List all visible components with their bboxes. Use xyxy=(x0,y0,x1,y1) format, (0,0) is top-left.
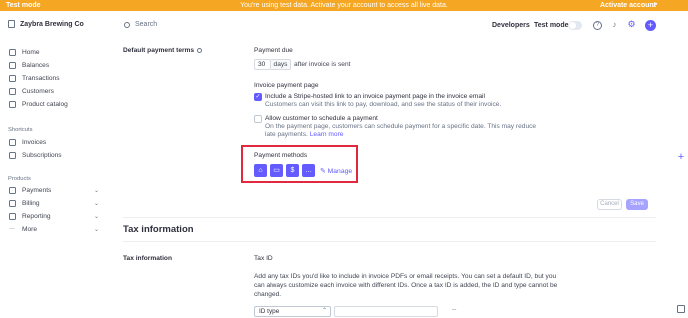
section-divider xyxy=(123,241,656,242)
subscriptions-icon xyxy=(9,152,16,159)
building-icon xyxy=(8,20,15,28)
sidebar-item-customers[interactable]: Customers xyxy=(9,88,99,95)
sidebar-item-label: More xyxy=(22,226,38,233)
create-plus-button[interactable]: + xyxy=(645,20,656,31)
info-icon[interactable] xyxy=(197,47,203,53)
dollar-icon: $ xyxy=(286,164,299,177)
external-arrow-icon: ↗ xyxy=(652,2,658,9)
test-mode-message: You're using test data. Activate your ac… xyxy=(240,1,448,9)
chat-icon: … xyxy=(302,164,315,177)
include-link-title: Include a Stripe-hosted link to an invoi… xyxy=(265,93,485,100)
manage-label: Manage xyxy=(327,168,353,175)
chevron-down-icon: ⌄ xyxy=(93,201,99,207)
payment-methods-heading: Payment methods xyxy=(254,152,308,159)
chevron-down-icon: ⌄ xyxy=(93,214,99,220)
bell-icon[interactable]: ♪ xyxy=(610,21,619,30)
tax-id-heading: Tax ID xyxy=(254,255,273,262)
search-icon xyxy=(124,21,130,28)
payment-due-days-input[interactable]: 30 xyxy=(254,59,271,70)
balances-icon xyxy=(9,62,16,69)
sidebar-item-label: Balances xyxy=(22,62,50,69)
panel-toggle-icon[interactable] xyxy=(677,305,685,313)
card-icon: ▭ xyxy=(270,164,283,177)
tax-id-hint: -- xyxy=(452,306,457,313)
edit-icon: ✎ xyxy=(320,168,326,175)
add-panel-icon[interactable]: + xyxy=(676,152,686,163)
sidebar-item-transactions[interactable]: Transactions xyxy=(9,75,99,82)
products-heading: Products xyxy=(8,176,31,182)
payment-terms-label: Default payment terms xyxy=(123,47,203,54)
developers-link[interactable]: Developers xyxy=(492,22,530,29)
brand-name: Zaybra Brewing Co xyxy=(20,20,84,28)
account-switcher[interactable]: Zaybra Brewing Co xyxy=(8,20,84,28)
sidebar-item-label: Transactions xyxy=(22,75,60,82)
transactions-icon xyxy=(9,75,16,82)
sidebar-item-label: Invoices xyxy=(22,139,47,146)
chevron-down-icon: ⌄ xyxy=(93,188,99,194)
sidebar: Zaybra Brewing Co Home Balances Transact… xyxy=(0,11,104,318)
sidebar-item-more[interactable]: ··· More ⌄ xyxy=(9,226,99,233)
activate-account-link[interactable]: Activate account xyxy=(600,2,656,9)
shortcuts-heading: Shortcuts xyxy=(8,127,33,133)
sidebar-item-invoices[interactable]: Invoices xyxy=(9,139,99,146)
schedule-payment-checkbox[interactable] xyxy=(254,115,262,123)
select-arrows-icon: ⌃ xyxy=(321,308,327,314)
days-unit-label: days xyxy=(271,59,291,70)
schedule-desc-text: On the payment page, customers can sched… xyxy=(265,123,537,139)
test-mode-toggle[interactable] xyxy=(568,21,582,30)
help-icon[interactable]: ? xyxy=(593,21,602,30)
gear-icon[interactable]: ⚙ xyxy=(627,20,636,30)
invoices-icon xyxy=(9,139,16,146)
sidebar-item-label: Billing xyxy=(22,200,40,207)
chevron-down-icon: ⌄ xyxy=(93,227,99,233)
learn-more-link[interactable]: Learn more xyxy=(310,131,344,138)
sidebar-item-product-catalog[interactable]: Product catalog xyxy=(9,101,99,108)
search-input[interactable]: Search xyxy=(124,21,157,28)
tax-id-input[interactable] xyxy=(334,306,438,317)
top-bar: Search Developers Test mode ? ♪ ⚙ + xyxy=(104,11,688,41)
schedule-payment-title: Allow customer to schedule a payment xyxy=(265,115,378,122)
include-link-desc: Customers can visit this link to pay, do… xyxy=(265,101,502,108)
save-button[interactable]: Save xyxy=(626,199,648,210)
tax-id-description: Add any tax IDs you'd like to include in… xyxy=(254,273,558,298)
sidebar-item-label: Product catalog xyxy=(22,101,68,108)
sidebar-item-label: Subscriptions xyxy=(22,152,62,159)
test-mode-label: Test mode xyxy=(534,22,569,29)
sidebar-item-label: Payments xyxy=(22,187,52,194)
search-placeholder: Search xyxy=(135,21,158,28)
sidebar-item-label: Home xyxy=(22,49,40,56)
schedule-payment-desc: On the payment page, customers can sched… xyxy=(265,123,545,140)
sidebar-item-billing[interactable]: Billing ⌄ xyxy=(9,200,99,207)
bank-icon: ⌂ xyxy=(254,164,267,177)
invoice-payment-page-heading: Invoice payment page xyxy=(254,82,319,89)
payments-icon xyxy=(9,187,16,194)
sidebar-item-home[interactable]: Home xyxy=(9,49,99,56)
sidebar-item-label: Reporting xyxy=(22,213,51,220)
sidebar-item-label: Customers xyxy=(22,88,54,95)
include-link-checkbox[interactable]: ✓ xyxy=(254,93,262,101)
test-mode-banner: Test mode You're using test data. Activa… xyxy=(0,0,688,11)
sidebar-item-balances[interactable]: Balances xyxy=(9,62,99,69)
home-icon xyxy=(9,49,16,56)
id-type-select[interactable]: ID type ⌃ xyxy=(254,306,331,317)
manage-payment-methods-link[interactable]: ✎ Manage xyxy=(320,167,352,175)
sidebar-item-payments[interactable]: Payments ⌄ xyxy=(9,187,99,194)
sidebar-item-reporting[interactable]: Reporting ⌄ xyxy=(9,213,99,220)
reporting-icon xyxy=(9,213,16,220)
id-type-value: ID type xyxy=(259,308,280,315)
more-icon: ··· xyxy=(9,226,15,232)
customers-icon xyxy=(9,88,16,95)
tax-information-label: Tax information xyxy=(123,255,172,262)
billing-icon xyxy=(9,200,16,207)
payment-terms-label-text: Default payment terms xyxy=(123,47,195,54)
section-divider xyxy=(123,217,656,218)
product-catalog-icon xyxy=(9,101,16,108)
settings-main: Default payment terms Payment due 30 day… xyxy=(104,41,688,318)
tax-section-title: Tax information xyxy=(123,224,194,235)
cancel-button[interactable]: Cancel xyxy=(597,199,622,210)
sidebar-item-subscriptions[interactable]: Subscriptions xyxy=(9,152,99,159)
payment-due-label: Payment due xyxy=(254,47,293,54)
after-invoice-text: after invoice is sent xyxy=(294,61,351,68)
